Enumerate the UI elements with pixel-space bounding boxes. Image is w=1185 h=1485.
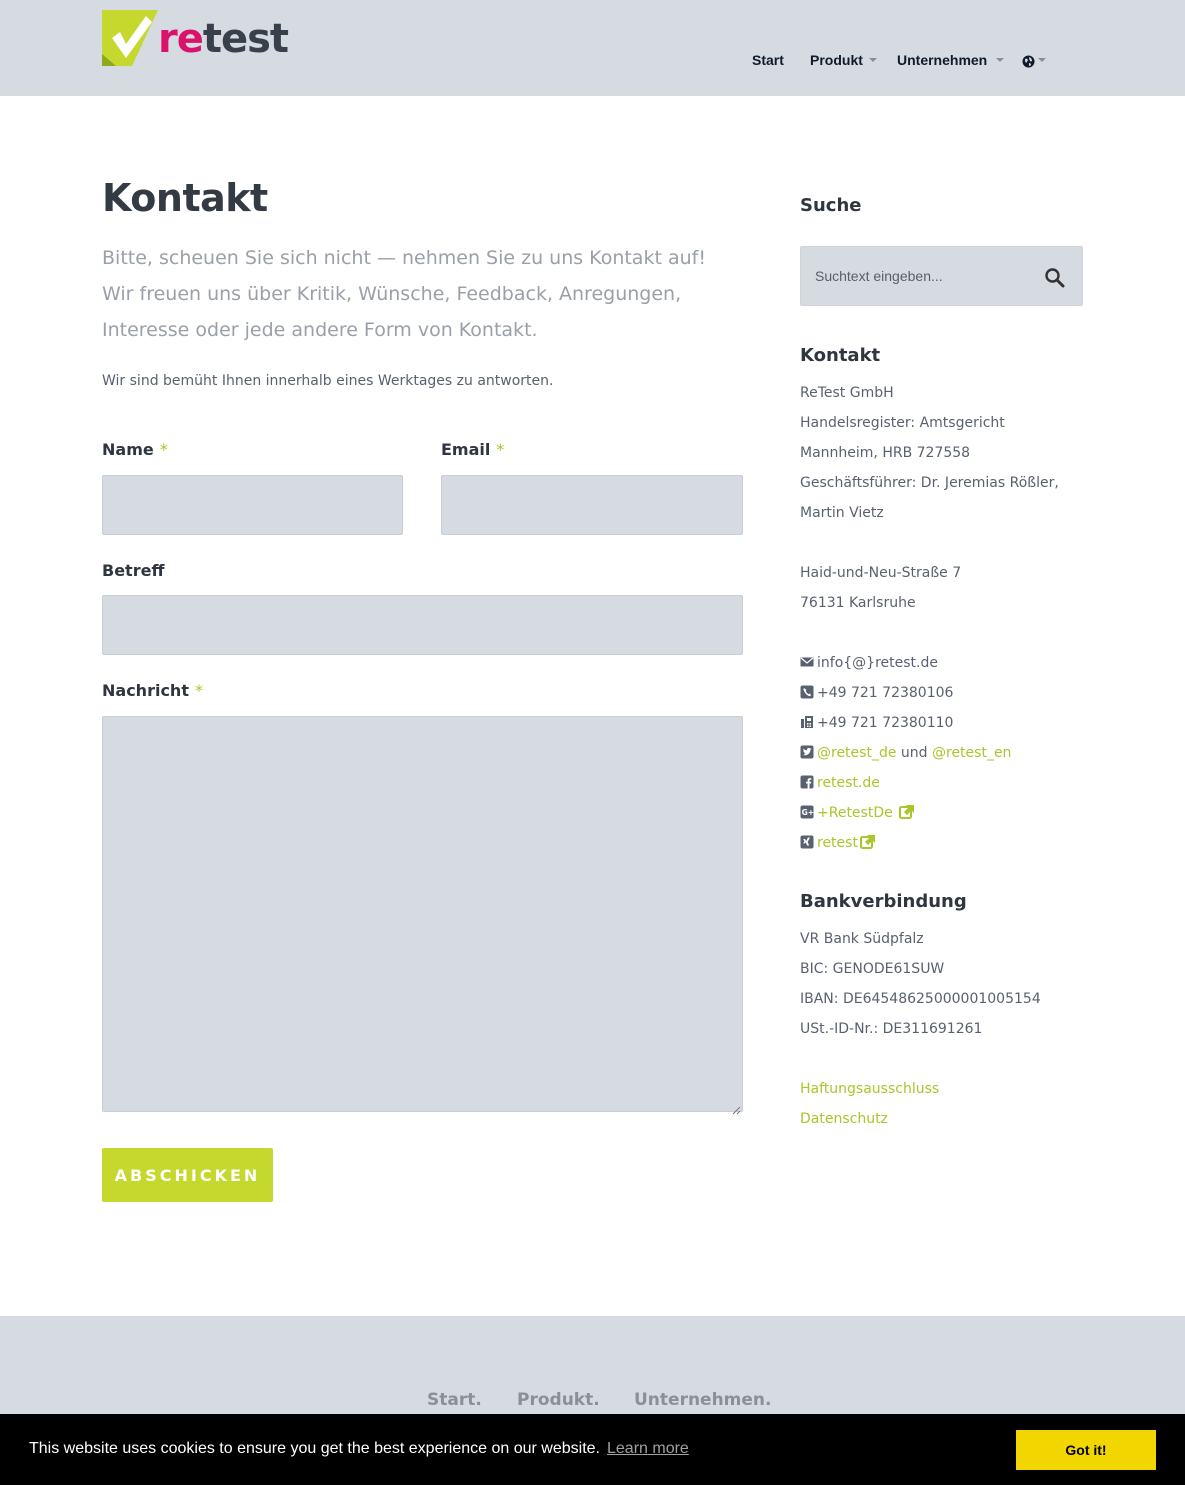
resize-grip-icon (732, 1106, 741, 1115)
vat-id: USt.-ID-Nr.: DE311691261 (800, 1021, 983, 1037)
register-line-2: Mannheim, HRB 727558 (800, 445, 971, 461)
footer-nav-start[interactable]: Start. (427, 1388, 482, 1412)
cookie-accept-button[interactable]: Got it! (1016, 1430, 1156, 1470)
company-name: ReTest GmbH (800, 385, 894, 401)
twitter-and-text: und (900, 745, 928, 761)
site-header: retest Start Produkt Unternehmen (0, 0, 1185, 96)
xing-icon (800, 835, 814, 849)
contact-email: info{@}retest.de (817, 655, 938, 671)
fax-icon (801, 716, 813, 728)
email-label-text: Email (441, 440, 491, 459)
twitter-line: @retest_de und @retest_en (800, 738, 1011, 768)
email-label: Email * (441, 439, 504, 461)
city-address: 76131 Karlsruhe (800, 595, 916, 611)
facebook-icon (800, 775, 814, 789)
search-heading: Suche (800, 195, 862, 216)
google-plus-icon: G+ (800, 805, 814, 819)
street-address: Haid-und-Neu-Straße 7 (800, 565, 962, 581)
name-label: Name * (102, 439, 168, 461)
contact-phone: +49 721 72380106 (817, 685, 954, 701)
search-button[interactable] (1044, 267, 1066, 289)
gplus-link-text: +RetestDe (817, 805, 893, 821)
facebook-line: retest.de (800, 768, 880, 798)
cookie-message: This website uses cookies to ensure you … (29, 1440, 600, 1457)
email-line: info{@}retest.de (800, 648, 938, 678)
nav-produkt[interactable]: Produkt (810, 50, 863, 70)
globe-icon (1022, 55, 1035, 68)
subject-label-text: Betreff (102, 561, 165, 580)
svg-text:G+: G+ (802, 808, 814, 817)
cookie-learn-more-link[interactable]: Learn more (607, 1438, 689, 1460)
main-nav: Start Produkt Unternehmen (0, 50, 1185, 70)
contact-fax: +49 721 72380110 (817, 715, 954, 731)
ceo-line-2: Martin Vietz (800, 505, 884, 521)
bank-iban: IBAN: DE64548625000001005154 (800, 991, 1041, 1007)
message-label-text: Nachricht (102, 681, 189, 700)
page-title: Kontakt (102, 176, 268, 220)
twitter-en-link[interactable]: @retest_en (932, 745, 1011, 761)
envelope-icon (800, 657, 814, 667)
phone-line: +49 721 72380106 (800, 678, 953, 708)
register-line-1: Handelsregister: Amtsgericht (800, 415, 1005, 431)
contact-heading: Kontakt (800, 345, 881, 366)
bank-bic: BIC: GENODE61SUW (800, 961, 945, 977)
bank-name: VR Bank Südpfalz (800, 931, 924, 947)
message-label: Nachricht * (102, 680, 203, 702)
nav-unternehmen[interactable]: Unternehmen (897, 50, 987, 70)
required-marker: * (496, 440, 505, 459)
produkt-chevron-down-icon (869, 58, 877, 62)
email-field[interactable] (441, 475, 743, 535)
language-switcher[interactable] (1022, 53, 1035, 73)
xing-line: retest (800, 828, 876, 858)
gplus-line: G+ +RetestDe (800, 798, 915, 828)
facebook-link[interactable]: retest.de (817, 775, 880, 791)
required-marker: * (194, 681, 203, 700)
xing-link[interactable]: retest (817, 835, 876, 851)
cookie-banner: This website uses cookies to ensure you … (0, 1414, 1185, 1485)
language-chevron-down-icon (1038, 58, 1046, 62)
required-marker: * (159, 440, 168, 459)
bank-heading: Bankverbindung (800, 891, 967, 912)
xing-link-text: retest (817, 835, 858, 851)
external-link-icon (899, 805, 915, 819)
submit-button[interactable]: ABSCHICKEN (102, 1148, 273, 1202)
search-box (800, 246, 1083, 306)
gplus-link[interactable]: +RetestDe (817, 805, 915, 821)
footer-nav-produkt[interactable]: Produkt. (517, 1388, 600, 1412)
search-input[interactable] (801, 247, 1021, 305)
subject-label: Betreff (102, 560, 164, 582)
message-textarea[interactable] (102, 716, 743, 1112)
ceo-line-1: Geschäftsführer: Dr. Jeremias Rößler, (800, 475, 1059, 491)
external-link-icon (859, 835, 875, 849)
name-label-text: Name (102, 440, 154, 459)
privacy-link[interactable]: Datenschutz (800, 1104, 888, 1134)
textarea-resize-handle[interactable] (731, 1100, 741, 1115)
name-field[interactable] (102, 475, 403, 535)
twitter-icon (800, 745, 814, 759)
response-note: Wir sind bemüht Ihnen innerhalb eines We… (102, 373, 554, 389)
twitter-de-link[interactable]: @retest_de (817, 745, 896, 761)
unternehmen-chevron-down-icon (996, 58, 1004, 62)
phone-icon (800, 685, 814, 699)
intro-text: Bitte, scheuen Sie sich nicht — nehmen S… (102, 247, 706, 341)
search-icon (1045, 268, 1065, 288)
footer-nav-unternehmen[interactable]: Unternehmen. (634, 1388, 772, 1412)
disclaimer-link[interactable]: Haftungsausschluss (800, 1074, 939, 1104)
fax-line: +49 721 72380110 (800, 708, 953, 738)
nav-start[interactable]: Start (752, 50, 784, 70)
subject-field[interactable] (102, 595, 743, 655)
